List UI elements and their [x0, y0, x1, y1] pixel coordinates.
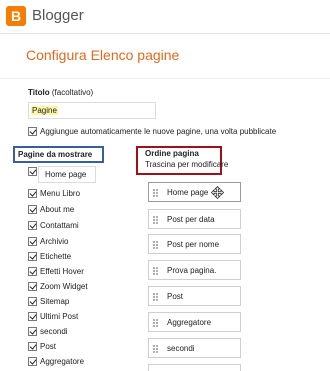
page-checkbox[interactable]: [28, 267, 37, 276]
page-label: Zoom Widget: [40, 282, 88, 291]
page-label: Ultimi Post: [40, 312, 79, 321]
page-label: Etichette: [40, 252, 72, 261]
logo-glyph: B: [10, 8, 22, 24]
page-label: Contattami: [40, 221, 79, 230]
title-divider: [0, 78, 330, 79]
order-item[interactable]: Aggregatore: [148, 312, 241, 332]
order-item-label: Home page: [167, 188, 209, 197]
page-checkbox[interactable]: [28, 221, 37, 230]
page-checkbox[interactable]: [28, 282, 37, 291]
order-item[interactable]: secondi: [148, 338, 241, 358]
order-item-label: Post per data: [167, 215, 215, 224]
page-title: Configura Elenco pagine: [26, 47, 180, 63]
drag-grip-icon[interactable]: [153, 216, 159, 224]
order-item-label: Post: [167, 292, 184, 301]
home-page-label-box: Home page: [38, 166, 96, 183]
drag-grip-icon[interactable]: [153, 267, 159, 275]
page-label: Menu Libro: [40, 189, 81, 198]
move-cursor-icon: [211, 186, 224, 199]
blogger-logo-icon[interactable]: B: [6, 6, 26, 26]
title-input[interactable]: Pagine: [28, 102, 156, 119]
title-input-value: Pagine: [31, 106, 58, 115]
order-item-home-page[interactable]: Home page: [148, 182, 241, 202]
title-hint: (facoltativo): [51, 88, 94, 97]
page-checkbox[interactable]: [28, 312, 37, 321]
page-checkbox[interactable]: [28, 342, 37, 351]
title-label: Titolo: [28, 88, 50, 97]
header-divider: [0, 33, 330, 34]
drag-grip-icon[interactable]: [153, 189, 159, 197]
drag-grip-icon[interactable]: [153, 241, 159, 249]
home-page-checkbox[interactable]: [28, 167, 37, 176]
order-item-partial[interactable]: [148, 364, 241, 371]
order-item[interactable]: Post per nome: [148, 234, 241, 254]
page-label: Effetti Hover: [40, 267, 84, 276]
page-label: About me: [40, 205, 75, 214]
page-label: Post: [40, 342, 57, 351]
order-item-label: Post per nome: [167, 240, 220, 249]
auto-add-checkbox[interactable]: [28, 127, 37, 136]
page-label: Sitemap: [40, 297, 70, 306]
order-item[interactable]: Post per data: [148, 209, 241, 229]
page-label: Archivio: [40, 237, 69, 246]
order-item-label: Prova pagina.: [167, 266, 217, 275]
page-checkbox[interactable]: [28, 237, 37, 246]
pages-to-show-heading: Pagine da mostrare: [18, 150, 93, 159]
page-order-heading: Ordine pagina: [145, 149, 199, 158]
page-order-subtitle: Trascina per modificare: [145, 160, 229, 169]
order-item-label: Aggregatore: [167, 318, 212, 327]
order-item-label: secondi: [167, 344, 195, 353]
auto-add-label: Aggiungue automaticamente le nuove pagin…: [40, 127, 277, 136]
title-field-label: Titolo (facoltativo): [28, 88, 93, 98]
page-checkbox[interactable]: [28, 297, 37, 306]
brand-name[interactable]: Blogger: [32, 6, 84, 26]
page-checkbox[interactable]: [28, 205, 37, 214]
drag-grip-icon[interactable]: [153, 293, 159, 301]
page-label: Aggregatore: [40, 357, 85, 366]
page-checkbox[interactable]: [28, 327, 37, 336]
order-item[interactable]: Post: [148, 286, 241, 306]
page-checkbox[interactable]: [28, 357, 37, 366]
order-item[interactable]: Prova pagina.: [148, 260, 241, 280]
page-label: secondi: [40, 327, 68, 336]
drag-grip-icon[interactable]: [153, 319, 159, 327]
drag-grip-icon[interactable]: [153, 345, 159, 353]
page-checkbox[interactable]: [28, 252, 37, 261]
page-checkbox[interactable]: [28, 189, 37, 198]
